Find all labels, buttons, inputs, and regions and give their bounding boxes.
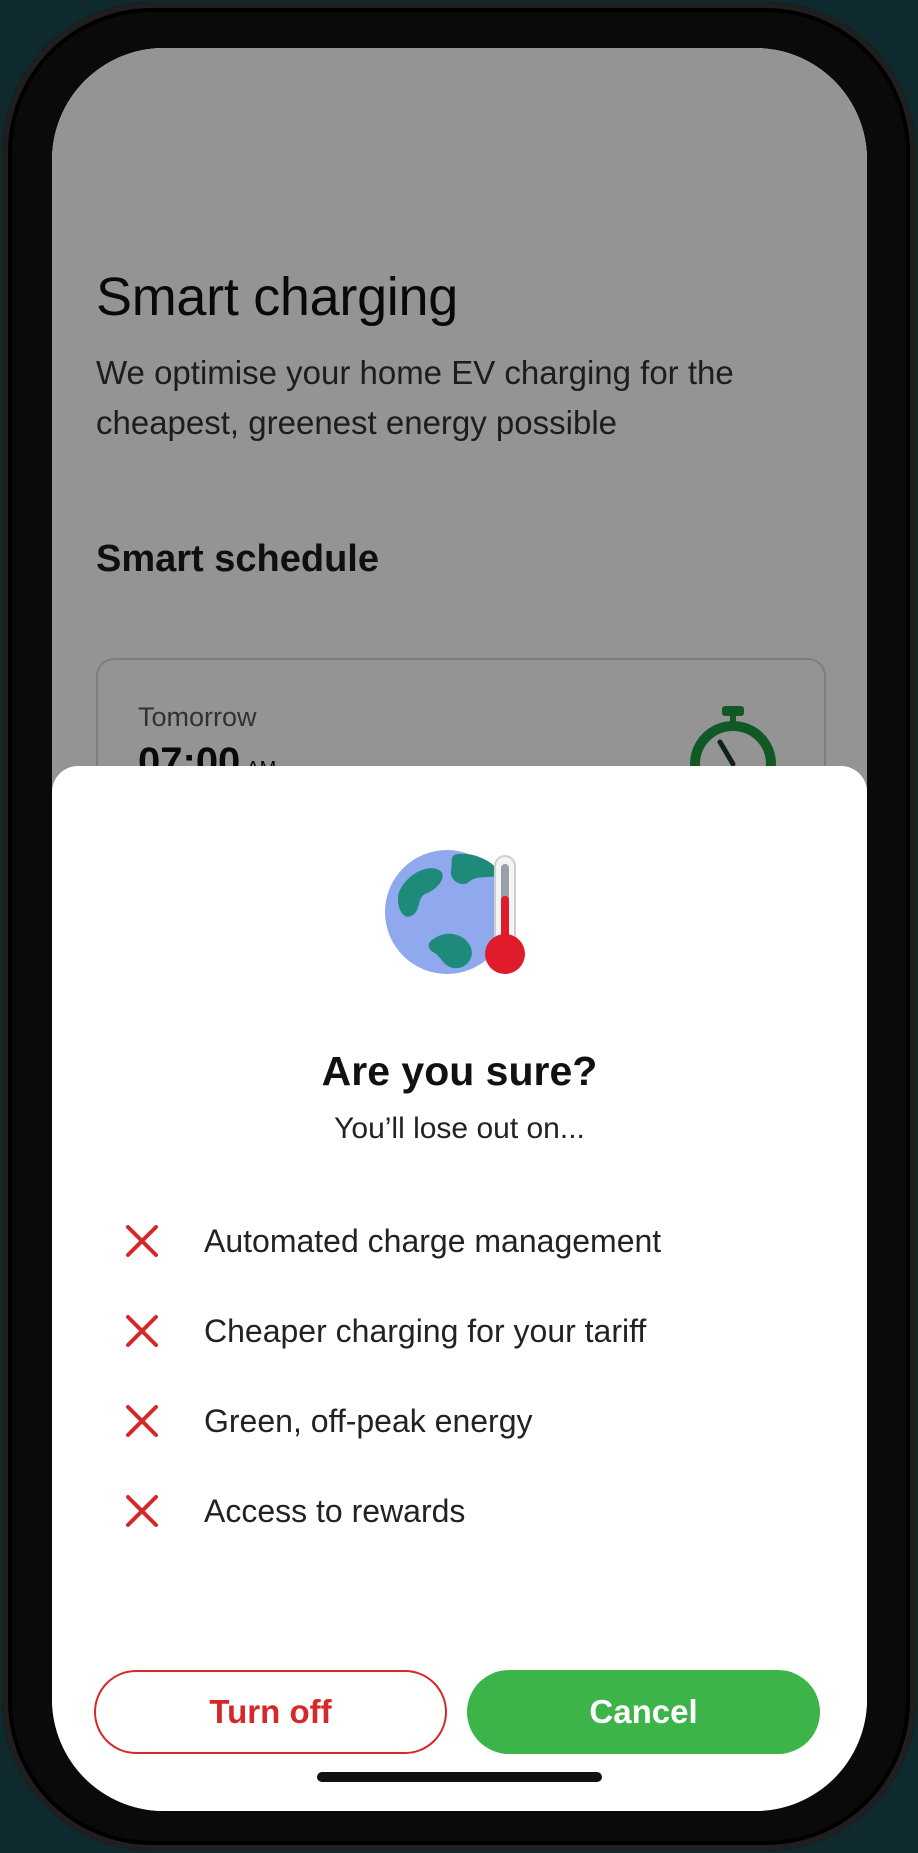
cancel-button[interactable]: Cancel (467, 1670, 820, 1754)
loss-list: Automated charge management Cheaper char… (122, 1196, 822, 1556)
list-item-label: Cheaper charging for your tariff (204, 1312, 647, 1349)
home-indicator[interactable] (317, 1772, 602, 1782)
list-item: Cheaper charging for your tariff (122, 1286, 822, 1376)
sheet-subtitle: You’ll lose out on... (334, 1112, 585, 1145)
x-icon (126, 1225, 158, 1257)
list-item: Automated charge management (122, 1196, 822, 1286)
list-item-label: Green, off-peak energy (204, 1402, 533, 1439)
confirm-sheet: Are you sure? You’ll lose out on... Auto… (52, 766, 867, 1811)
globe-thermometer-icon (385, 850, 525, 974)
x-icon (126, 1315, 158, 1347)
x-icon (126, 1495, 158, 1527)
sheet-title: Are you sure? (321, 1048, 598, 1094)
x-icon (126, 1405, 158, 1437)
screen: Smart charging We optimise your home EV … (52, 48, 867, 1811)
list-item: Green, off-peak energy (122, 1376, 822, 1466)
list-item-label: Access to rewards (204, 1492, 466, 1529)
list-item-label: Automated charge management (204, 1222, 662, 1259)
list-item: Access to rewards (122, 1466, 822, 1556)
turn-off-button[interactable]: Turn off (94, 1670, 447, 1754)
phone-frame: Smart charging We optimise your home EV … (2, 2, 916, 1851)
